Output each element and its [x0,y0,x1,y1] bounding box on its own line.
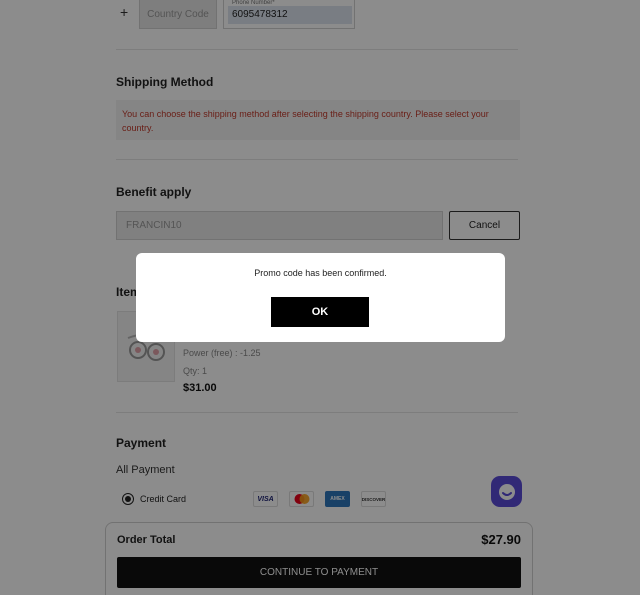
dialog-message: Promo code has been confirmed. [254,268,387,278]
ok-button[interactable]: OK [271,297,369,327]
checkout-page: + Country Code Phone Number* 6095478312 … [0,0,640,595]
